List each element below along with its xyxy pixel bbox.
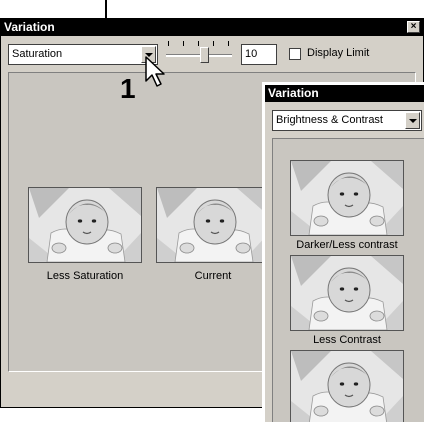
overlay-mode-select[interactable]: Brightness & Contrast [272, 110, 422, 131]
window-titlebar: Variation × [1, 19, 423, 36]
chevron-down-icon[interactable] [405, 112, 420, 129]
overlay-thumb-darker-less-contrast[interactable] [290, 160, 404, 236]
overlay-thumb-less-contrast[interactable] [290, 255, 404, 331]
amount-input[interactable]: 10 [241, 44, 277, 65]
caption-current: Current [194, 270, 232, 282]
mouse-pointer-icon [145, 56, 165, 87]
display-limit-checkbox[interactable] [289, 48, 301, 60]
baby-photo [29, 188, 141, 262]
slider-ticks [168, 41, 230, 47]
overlay-title: Variation [268, 86, 319, 100]
overlay-mode-select-value: Brightness & Contrast [276, 114, 383, 126]
step-number: 1 [120, 73, 136, 104]
mode-select-value: Saturation [12, 48, 63, 60]
overlay-titlebar: Variation [265, 85, 424, 102]
baby-photo [157, 188, 269, 262]
caption-darker-less-contrast: Darker/Less contrast [296, 239, 398, 251]
thumb-less-saturation[interactable] [28, 187, 142, 263]
close-icon: × [410, 21, 417, 32]
baby-photo [291, 256, 403, 330]
display-limit-label: Display Limit [307, 47, 370, 59]
caption-less-contrast: Less Contrast [313, 334, 381, 346]
variation-window-overlay: Variation Brightness & Contrast Darker/L… [262, 82, 424, 422]
baby-photo [291, 351, 403, 422]
caption-less-saturation: Less Saturation [46, 270, 124, 282]
mode-select[interactable]: Saturation [8, 44, 158, 65]
thumb-current[interactable] [156, 187, 270, 263]
window-title: Variation [4, 20, 55, 34]
amount-slider[interactable] [166, 39, 232, 67]
slider-thumb[interactable] [200, 47, 209, 63]
baby-photo [291, 161, 403, 235]
slider-track [166, 54, 232, 57]
close-button[interactable]: × [407, 21, 420, 33]
amount-value: 10 [245, 48, 258, 60]
overlay-thumb-third[interactable] [290, 350, 404, 422]
